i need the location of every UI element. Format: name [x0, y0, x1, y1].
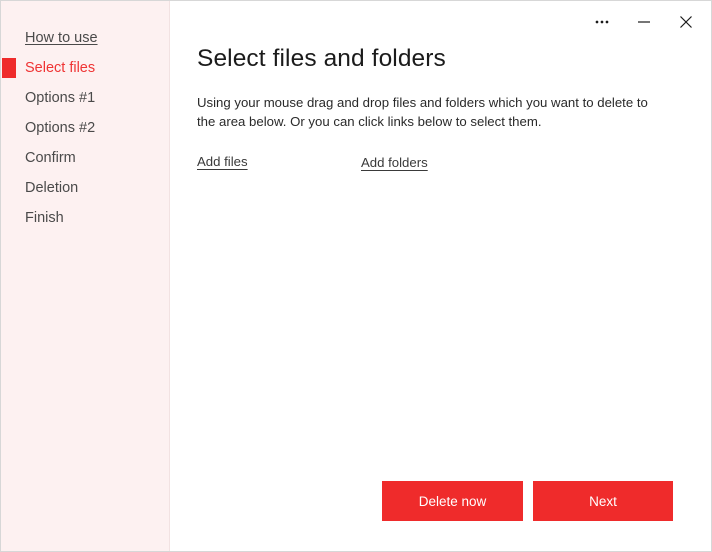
close-button[interactable] [665, 5, 707, 39]
sidebar-item-select-files[interactable]: Select files [1, 53, 169, 83]
sidebar-item-label: Deletion [25, 180, 79, 196]
content-header: Select files and folders Using your mous… [197, 45, 681, 171]
active-indicator [2, 58, 16, 78]
action-links: Add files Add folders [197, 153, 681, 171]
next-button[interactable]: Next [533, 481, 673, 521]
sidebar-item-options-2[interactable]: Options #2 [1, 113, 169, 143]
sidebar-item-label: Options #2 [25, 120, 96, 136]
sidebar: How to use Select files Options #1 Optio… [1, 1, 170, 551]
add-files-link-wrap: Add files [197, 153, 361, 171]
app-window: How to use Select files Options #1 Optio… [0, 0, 712, 552]
sidebar-item-deletion[interactable]: Deletion [1, 173, 169, 203]
delete-now-button[interactable]: Delete now [382, 481, 523, 521]
main-panel: Select files and folders Using your mous… [170, 1, 711, 551]
file-drop-area[interactable] [197, 183, 681, 461]
window-controls [581, 1, 711, 43]
sidebar-item-finish[interactable]: Finish [1, 203, 169, 233]
sidebar-item-confirm[interactable]: Confirm [1, 143, 169, 173]
sidebar-item-options-1[interactable]: Options #1 [1, 83, 169, 113]
add-folders-link[interactable]: Add folders [361, 155, 428, 170]
sidebar-item-label: Select files [25, 60, 96, 76]
page-title: Select files and folders [197, 45, 446, 72]
sidebar-item-how-to-use[interactable]: How to use [1, 23, 169, 53]
more-options-button[interactable] [581, 5, 623, 39]
add-files-link[interactable]: Add files [197, 154, 248, 169]
sidebar-item-label: Confirm [25, 150, 76, 166]
ellipsis-icon [593, 13, 611, 31]
close-icon [677, 13, 695, 31]
sidebar-item-label: Options #1 [25, 90, 96, 106]
page-description: Using your mouse drag and drop files and… [197, 95, 648, 130]
minimize-icon [635, 13, 653, 31]
sidebar-item-label: Finish [25, 210, 64, 226]
footer-actions: Delete now Next [382, 481, 673, 521]
minimize-button[interactable] [623, 5, 665, 39]
sidebar-item-label: How to use [25, 30, 98, 46]
